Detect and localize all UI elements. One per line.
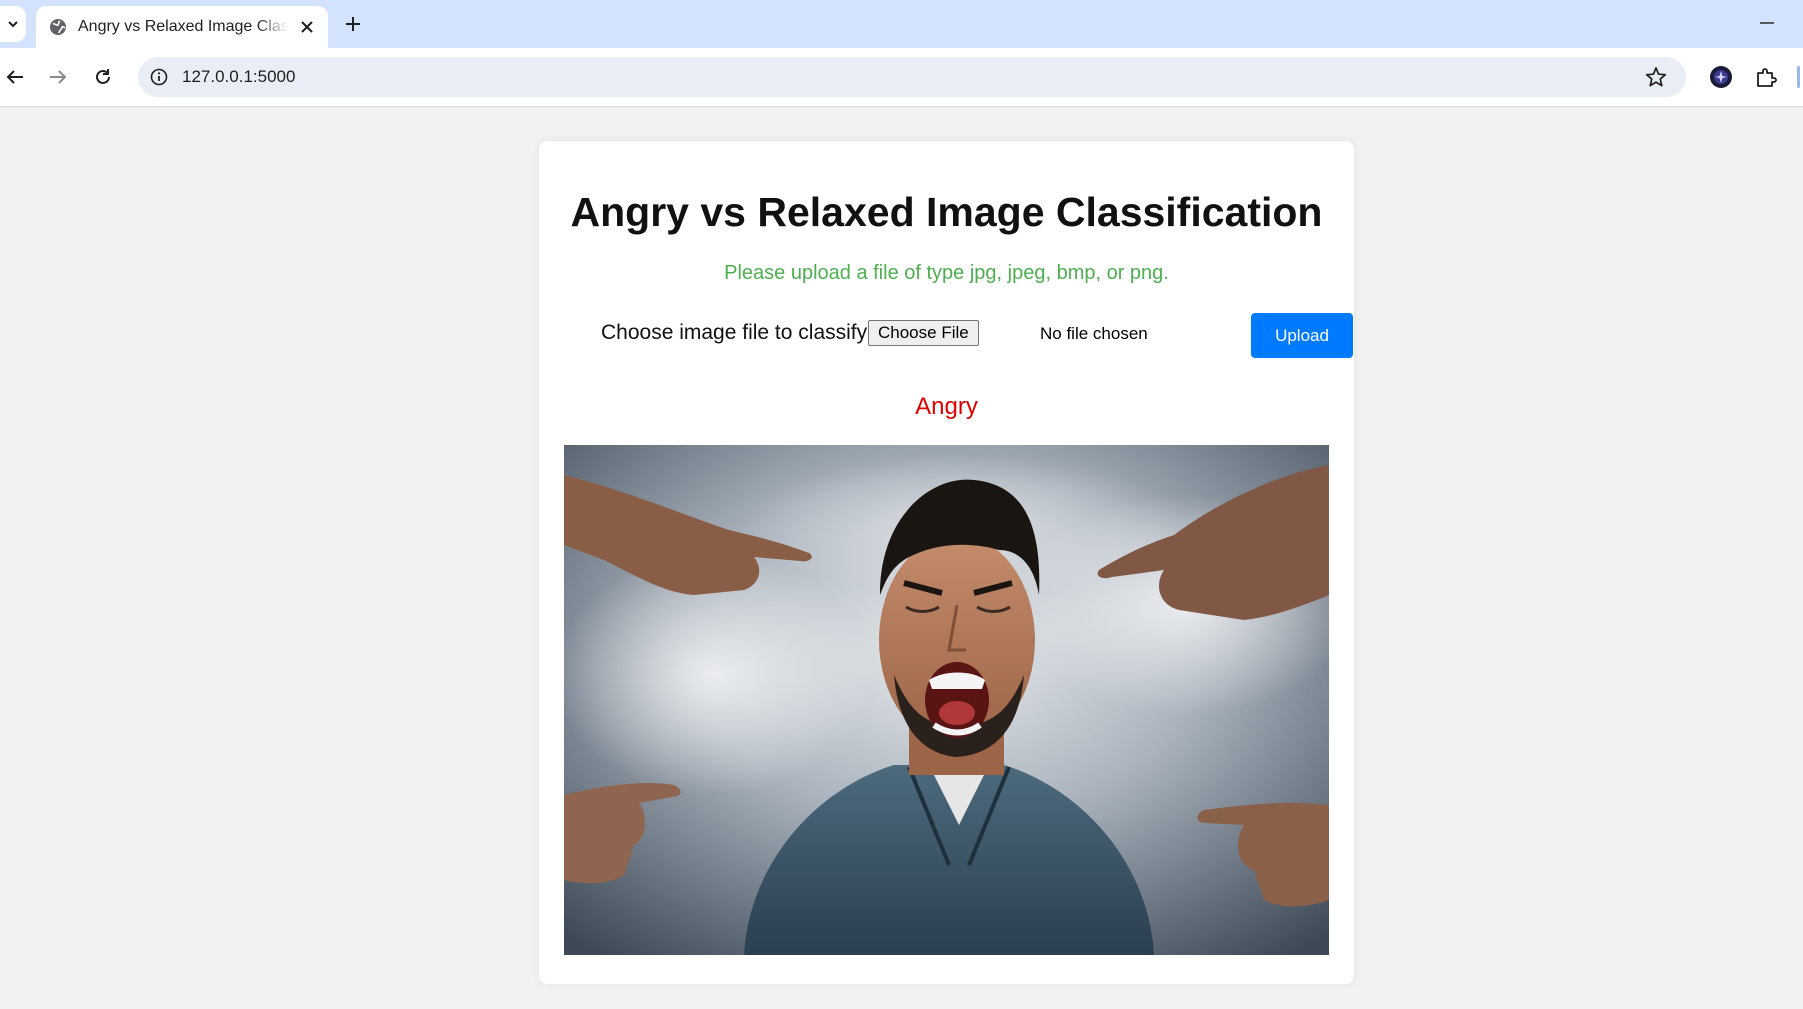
tab-strip: Angry vs Relaxed Image Classification — [0, 0, 1803, 48]
file-status-text: No file chosen — [1040, 324, 1148, 343]
arrow-left-icon — [6, 70, 23, 84]
back-button[interactable] — [0, 62, 30, 92]
browser-toolbar: 127.0.0.1:5000 — [0, 48, 1803, 107]
close-icon[interactable] — [296, 16, 318, 38]
extension-avatar-icon[interactable] — [1707, 63, 1735, 91]
minimize-icon — [1760, 22, 1774, 24]
chevron-down-icon — [8, 21, 18, 28]
minimize-button[interactable] — [1752, 10, 1782, 36]
globe-icon — [48, 17, 68, 37]
tab-title: Angry vs Relaxed Image Classification — [78, 18, 288, 35]
forward-button[interactable] — [43, 62, 73, 92]
angry-man-photo — [564, 445, 1329, 955]
file-type-hint: Please upload a file of type jpg, jpeg, … — [724, 262, 1169, 284]
upload-form: Choose image file to classify: Choose Fi… — [601, 313, 1353, 361]
browser-tab[interactable]: Angry vs Relaxed Image Classification — [36, 6, 328, 48]
page-title: Angry vs Relaxed Image Classification — [570, 189, 1323, 235]
choose-file-button[interactable]: Choose File — [868, 320, 979, 346]
new-tab-button[interactable] — [340, 11, 366, 37]
upload-button[interactable]: Upload — [1251, 313, 1353, 358]
reload-button[interactable] — [88, 62, 118, 92]
reload-icon — [96, 69, 110, 84]
url-text[interactable]: 127.0.0.1:5000 — [182, 67, 295, 87]
file-input-label: Choose image file to classify: — [601, 321, 873, 344]
extensions-puzzle-icon[interactable] — [1752, 63, 1780, 91]
classification-result: Angry — [915, 393, 978, 420]
uploaded-image — [564, 445, 1329, 955]
site-info-icon[interactable] — [148, 66, 170, 88]
classifier-card: Angry vs Relaxed Image Classification Pl… — [539, 141, 1354, 984]
side-panel-edge — [1797, 66, 1800, 88]
plus-icon — [346, 17, 360, 31]
arrow-right-icon — [50, 70, 67, 84]
tab-search-button[interactable] — [0, 6, 26, 42]
bookmark-star-icon[interactable] — [1644, 65, 1668, 89]
address-bar[interactable]: 127.0.0.1:5000 — [138, 57, 1686, 97]
